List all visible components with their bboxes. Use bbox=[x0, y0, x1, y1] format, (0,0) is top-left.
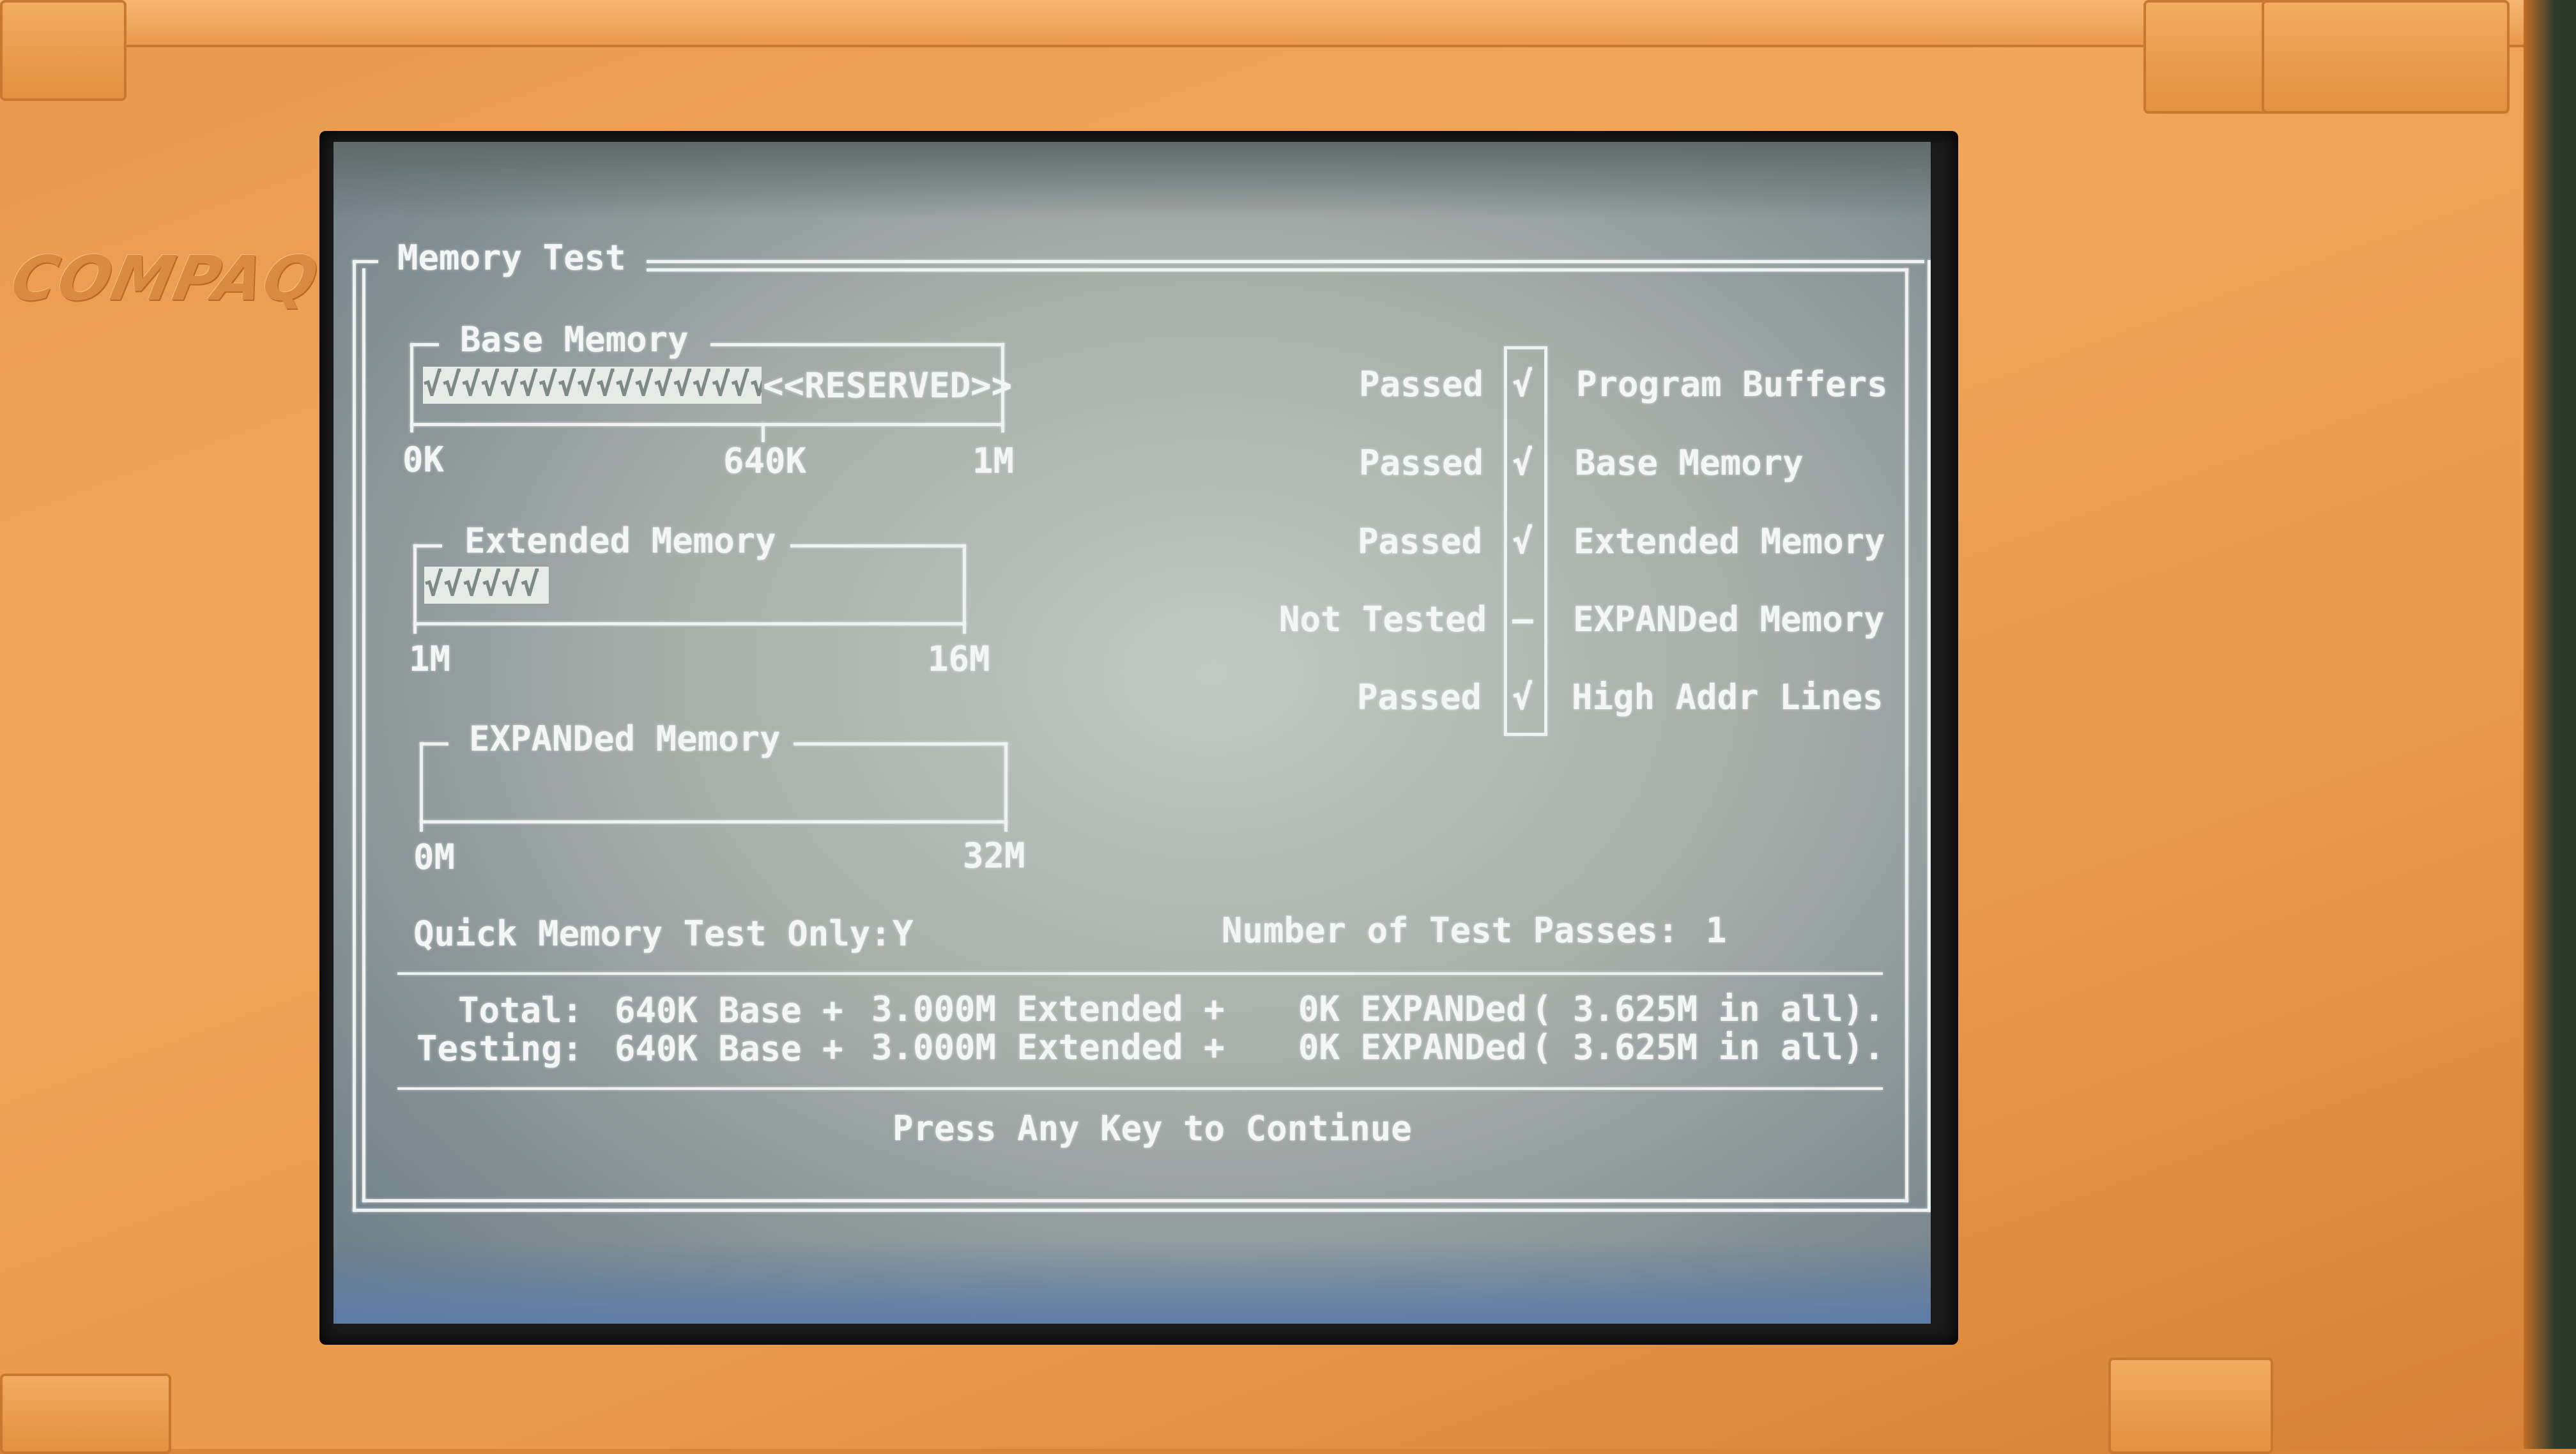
base-memory-tick-end: 1M bbox=[972, 441, 1015, 481]
extended-memory-tick-end: 16M bbox=[928, 639, 990, 679]
window-title: Memory Test bbox=[397, 238, 626, 278]
status-mark: √ bbox=[1512, 521, 1533, 562]
summary-testing-extended: 3.000M Extended + bbox=[871, 1027, 1225, 1068]
base-memory-tick-start: 0K bbox=[402, 440, 445, 480]
status-text: Passed bbox=[1357, 677, 1482, 717]
status-text: Passed bbox=[1359, 364, 1484, 404]
continue-prompt[interactable]: Press Any Key to Continue bbox=[893, 1110, 1412, 1148]
window-border-bottom bbox=[353, 1209, 1931, 1212]
bezel-notch bbox=[2262, 0, 2510, 114]
bezel-notch bbox=[2108, 1358, 2273, 1454]
crt-screen: Memory Test Base Memory √√√√√√√√√√√√√√√√… bbox=[334, 142, 1931, 1324]
brand-logo: COMPAQ bbox=[5, 243, 325, 314]
base-memory-frame-left bbox=[410, 343, 413, 432]
base-memory-axis bbox=[410, 423, 1004, 426]
window-border-top bbox=[353, 260, 378, 263]
bezel-notch bbox=[0, 0, 126, 101]
extended-memory-progress-fill: √√√√√√ bbox=[424, 567, 549, 604]
summary-divider-bottom bbox=[397, 1087, 1883, 1090]
summary-testing-base: 640K Base + bbox=[615, 1029, 843, 1069]
base-memory-progress-fill: √√√√√√√√√√√√√√√√√√√√√ bbox=[423, 367, 762, 404]
status-text: Not Tested bbox=[1279, 599, 1487, 639]
base-memory-title: Base Memory bbox=[460, 319, 689, 360]
window-border-top bbox=[647, 260, 1924, 263]
test-passes-label: Number of Test Passes: bbox=[1222, 910, 1679, 951]
extended-memory-frame-top bbox=[790, 544, 966, 547]
expanded-memory-axis bbox=[420, 820, 1008, 823]
window-border-bottom-inner bbox=[362, 1199, 1908, 1202]
window-border-left bbox=[353, 260, 356, 1212]
base-memory-frame-top bbox=[710, 343, 1004, 346]
extended-memory-frame-top bbox=[413, 544, 442, 547]
window-border-left-inner bbox=[362, 268, 365, 1202]
status-text: Passed bbox=[1358, 521, 1483, 562]
expanded-memory-frame-top bbox=[793, 742, 1008, 746]
base-memory-frame-top bbox=[410, 343, 439, 346]
test-passes-value[interactable]: 1 bbox=[1706, 912, 1727, 950]
extended-memory-frame-left bbox=[413, 544, 417, 634]
bezel-notch bbox=[2143, 0, 2270, 114]
summary-testing-all: ( 3.625M in all). bbox=[1531, 1027, 1885, 1068]
summary-divider-top bbox=[397, 972, 1883, 975]
base-memory-tick-mid: 640K bbox=[723, 441, 807, 481]
summary-total-extended: 3.000M Extended + bbox=[871, 989, 1225, 1029]
expanded-memory-frame-left bbox=[420, 742, 423, 832]
screen-shade bbox=[334, 142, 1931, 218]
laptop-bezel: COMPAQ Memory Test Base Memory √√√√√√√√√… bbox=[0, 0, 2576, 1454]
status-test-name: Base Memory bbox=[1575, 443, 1804, 483]
quick-test-label: Quick Memory Test Only: bbox=[413, 914, 891, 954]
expanded-memory-frame-right bbox=[1004, 742, 1008, 832]
summary-total-label: Total: bbox=[458, 990, 583, 1030]
extended-memory-title: Extended Memory bbox=[464, 521, 776, 561]
window-border-right bbox=[1928, 260, 1931, 1212]
summary-total-base: 640K Base + bbox=[615, 990, 843, 1030]
summary-total-expanded: 0K EXPANDed bbox=[1298, 989, 1527, 1029]
window-border-right-inner bbox=[1905, 268, 1908, 1202]
status-mark: √ bbox=[1512, 443, 1533, 483]
base-memory-reserved-label: <<RESERVED>> bbox=[763, 365, 1013, 406]
status-test-name: EXPANDed Memory bbox=[1573, 599, 1885, 639]
base-memory-tick-640k bbox=[762, 423, 765, 442]
summary-testing-label: Testing: bbox=[417, 1029, 583, 1069]
bezel-right-edge bbox=[2524, 0, 2576, 1449]
expanded-memory-tick-end: 32M bbox=[963, 836, 1025, 876]
window-border-top-inner bbox=[647, 268, 1908, 272]
status-text: Passed bbox=[1359, 443, 1484, 483]
summary-total-all: ( 3.625M in all). bbox=[1531, 989, 1885, 1029]
extended-memory-tick-start: 1M bbox=[409, 639, 451, 679]
summary-testing-expanded: 0K EXPANDed bbox=[1298, 1027, 1527, 1068]
expanded-memory-tick-start: 0M bbox=[413, 837, 456, 877]
status-test-name: Extended Memory bbox=[1574, 521, 1885, 562]
expanded-memory-frame-top bbox=[420, 742, 448, 746]
extended-memory-axis bbox=[413, 622, 966, 625]
bezel-notch bbox=[0, 1374, 171, 1454]
status-test-name: Program Buffers bbox=[1576, 364, 1888, 404]
extended-memory-frame-right bbox=[963, 544, 966, 634]
status-mark: √ bbox=[1512, 364, 1533, 404]
quick-test-value[interactable]: Y bbox=[893, 915, 914, 953]
expanded-memory-title: EXPANDed Memory bbox=[469, 719, 781, 759]
screen-shade bbox=[334, 1241, 1931, 1324]
status-mark: – bbox=[1512, 599, 1533, 639]
status-mark: √ bbox=[1512, 677, 1533, 717]
status-test-name: High Addr Lines bbox=[1572, 677, 1883, 717]
